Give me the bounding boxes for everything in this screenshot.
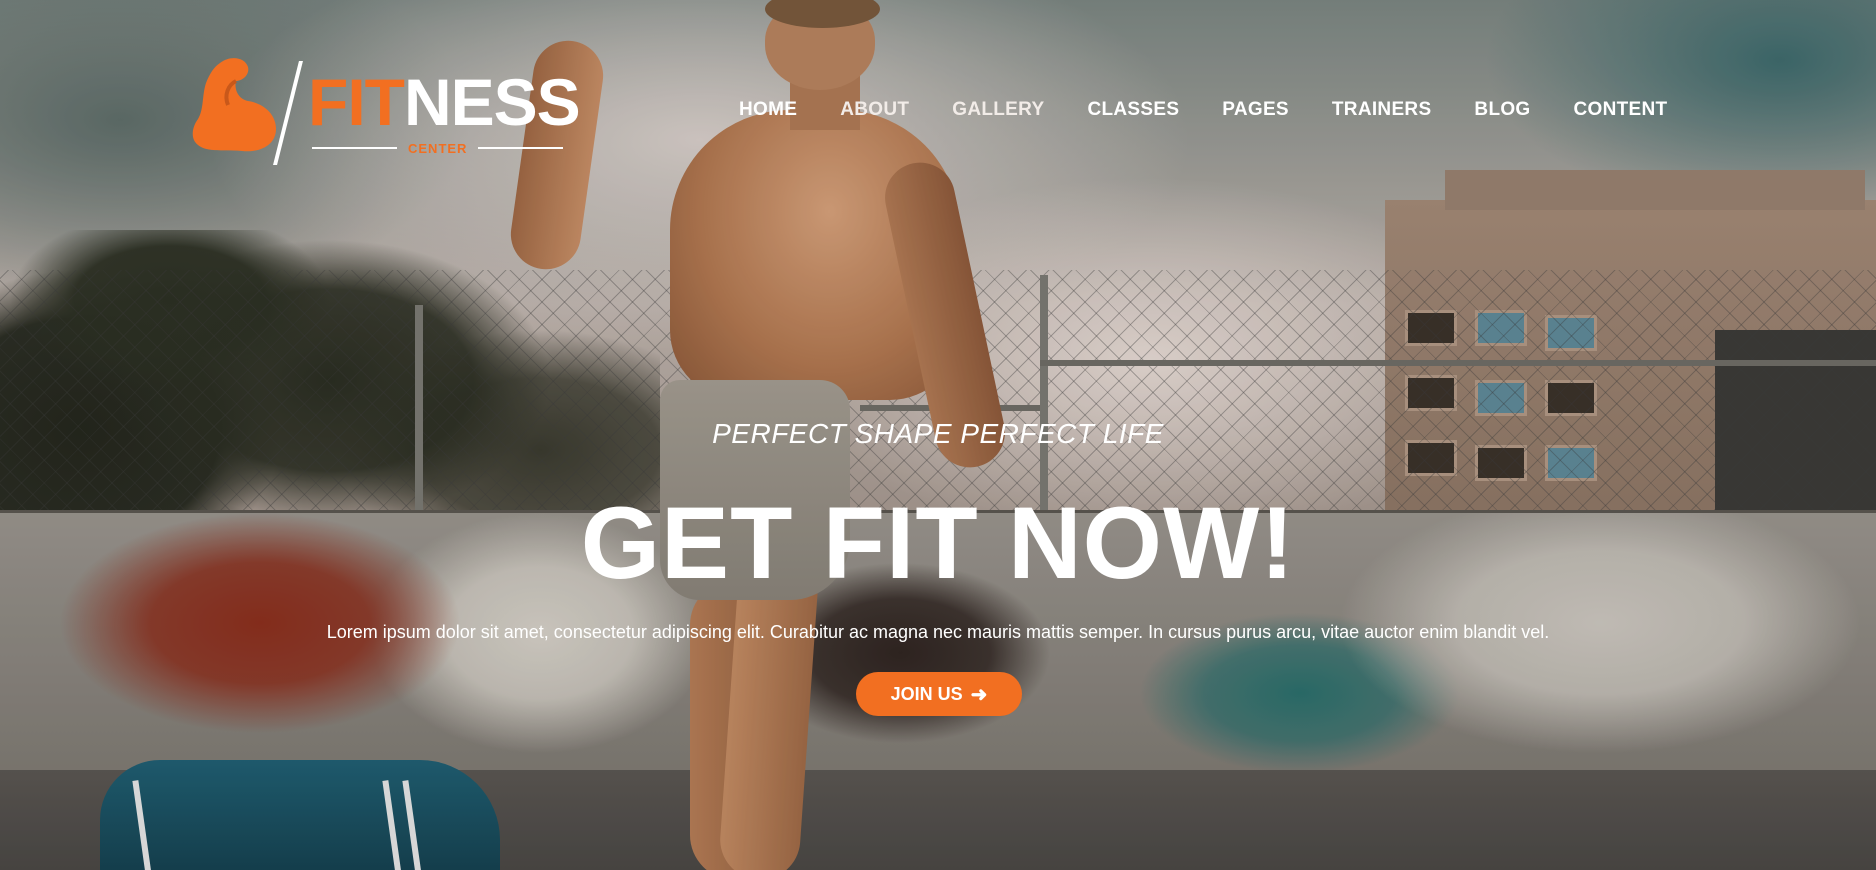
logo-wordmark: FITNESS xyxy=(308,69,581,135)
nav-gallery[interactable]: GALLERY xyxy=(952,99,1044,123)
nav-pages[interactable]: PAGES xyxy=(1222,99,1289,123)
join-us-label: JOIN US xyxy=(890,683,963,704)
nav-about[interactable]: ABOUT xyxy=(840,99,909,123)
site-logo[interactable]: FITNESS CENTER xyxy=(190,55,581,165)
hero-description: Lorem ipsum dolor sit amet, consectetur … xyxy=(326,622,1550,642)
hero-tagline: PERFECT SHAPE PERFECT LIFE xyxy=(712,418,1164,449)
nav-content[interactable]: CONTENT xyxy=(1574,99,1668,123)
flexed-bicep-icon xyxy=(192,58,276,152)
logo-text-fit: FIT xyxy=(308,65,405,139)
arrow-right-icon: ➜ xyxy=(970,683,988,706)
nav-blog[interactable]: BLOG xyxy=(1474,99,1530,123)
nav-classes[interactable]: CLASSES xyxy=(1087,99,1179,123)
main-navigation: HOME ABOUT GALLERY CLASSES PAGES TRAINER… xyxy=(739,99,1667,123)
logo-subtitle: CENTER xyxy=(408,141,468,156)
join-us-button[interactable]: JOIN US ➜ xyxy=(856,672,1022,716)
hero-headline: GET FIT NOW! xyxy=(580,486,1296,600)
nav-home[interactable]: HOME xyxy=(739,99,797,123)
logo-text-ness: NESS xyxy=(403,65,581,139)
nav-trainers[interactable]: TRAINERS xyxy=(1332,99,1432,123)
